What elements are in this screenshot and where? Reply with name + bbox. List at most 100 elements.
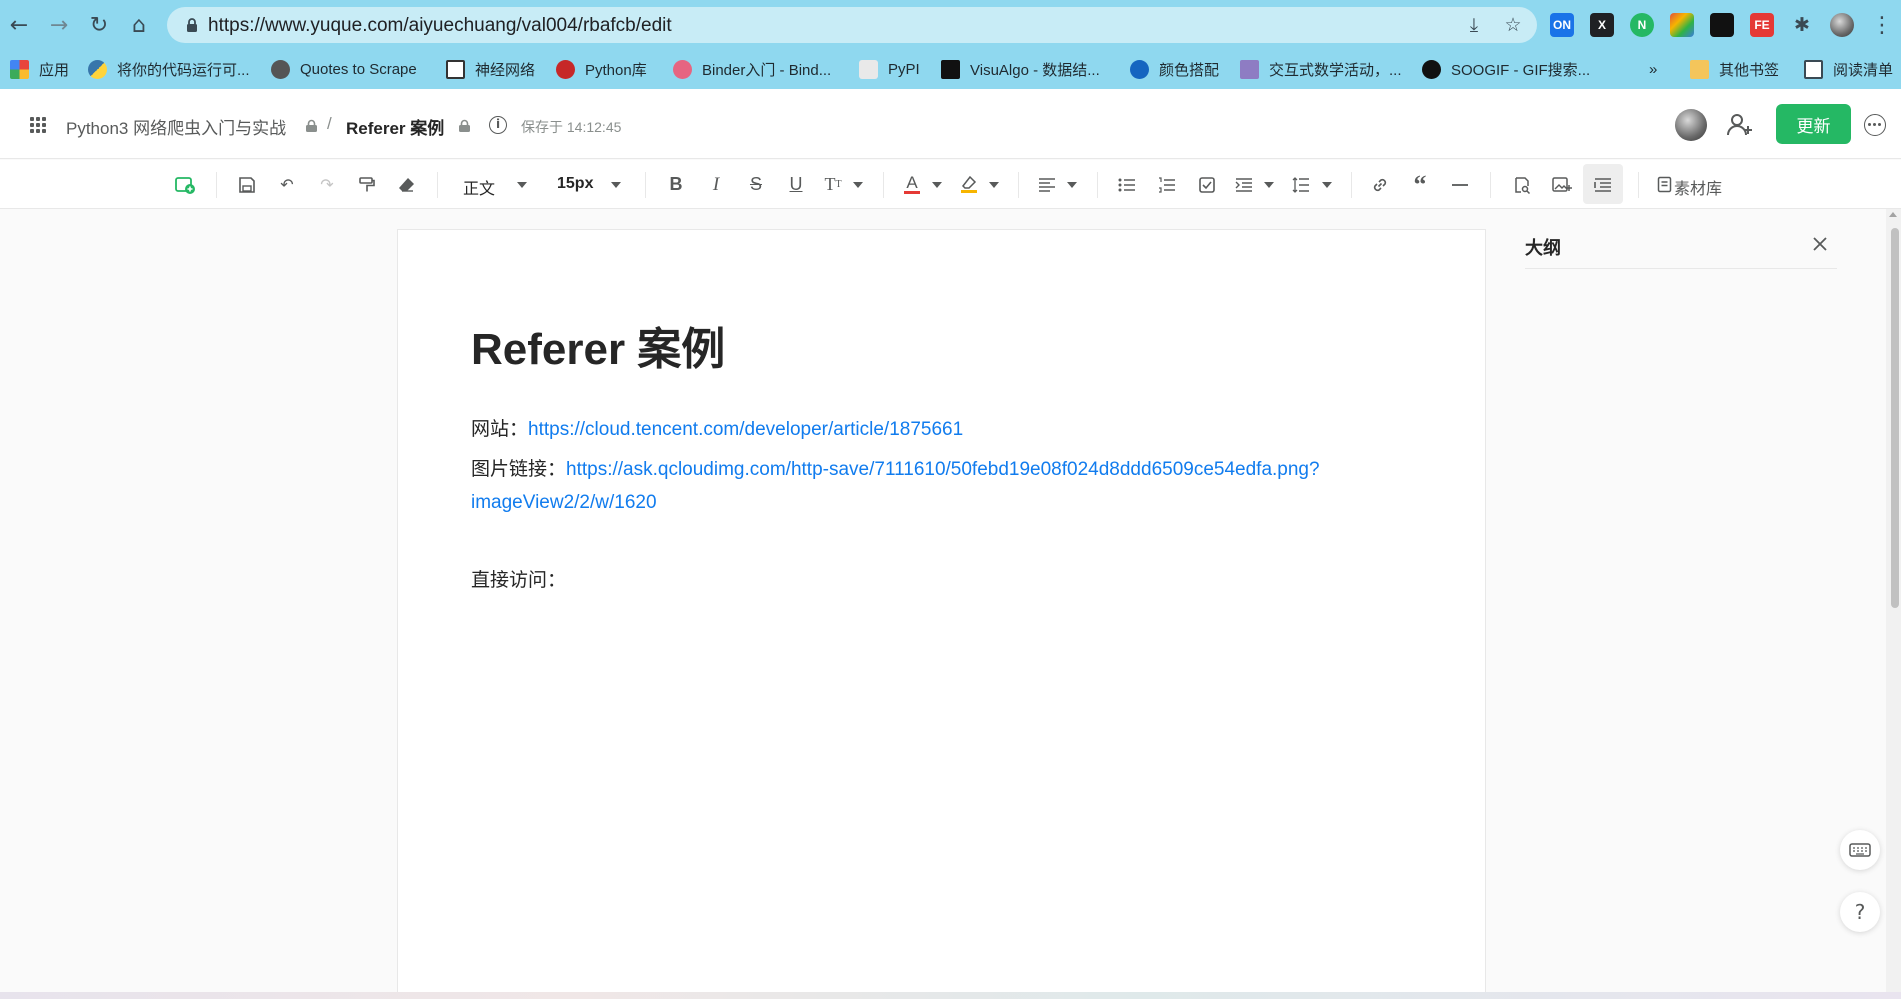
chevron-down-icon[interactable] [1264, 182, 1274, 188]
glasses-extension-icon[interactable] [1710, 13, 1734, 37]
bookmark-apps[interactable]: 应用 [10, 57, 69, 81]
doc-lock-icon [459, 119, 470, 132]
bookmark-item[interactable]: SOOGIF - GIF搜索... [1422, 57, 1590, 81]
user-avatar[interactable] [1675, 109, 1707, 141]
divider-icon[interactable] [1447, 170, 1473, 199]
link-icon[interactable] [1367, 170, 1393, 199]
update-button[interactable]: 更新 [1776, 104, 1851, 144]
bookmark-item[interactable]: 将你的代码运行可... [88, 57, 250, 81]
font-color-icon[interactable]: A [899, 170, 925, 199]
insert-card-icon[interactable] [172, 170, 198, 199]
python-icon [88, 59, 107, 79]
paragraph-direct-access[interactable]: 直接访问： [471, 565, 566, 592]
fe-extension-icon[interactable]: FE [1750, 13, 1774, 37]
chevron-down-icon[interactable] [517, 182, 527, 188]
address-bar[interactable]: https://www.yuque.com/aiyuechuang/val004… [167, 7, 1537, 43]
taskbar-edge [0, 992, 1901, 999]
browser-toolbar: ← → ↻ ⌂ https://www.yuque.com/aiyuechuan… [0, 0, 1901, 50]
clear-format-icon[interactable] [394, 170, 420, 199]
font-size-select[interactable]: 15px [557, 175, 593, 193]
more-options-icon[interactable] [1864, 114, 1886, 136]
underline-icon[interactable]: U [783, 170, 809, 199]
insert-image-icon[interactable] [1549, 170, 1575, 199]
chevron-down-icon[interactable] [1322, 182, 1332, 188]
bullet-list-icon[interactable] [1114, 170, 1140, 199]
on-extension-icon[interactable]: ON [1550, 13, 1574, 37]
format-painter-icon[interactable] [354, 170, 380, 199]
app-grid-icon[interactable] [30, 117, 46, 133]
outline-toggle-icon[interactable] [1590, 170, 1616, 199]
bookmark-item[interactable]: Python库 [556, 57, 647, 81]
package-icon [859, 59, 878, 79]
text-size-icon[interactable]: TT [820, 170, 846, 199]
scroll-up-arrow-icon[interactable] [1889, 212, 1897, 217]
highlight-color-icon[interactable] [956, 170, 982, 199]
document-title[interactable]: Referer 案例 [471, 313, 725, 377]
bookmark-item[interactable]: 神经网络 [446, 57, 535, 81]
help-button[interactable]: ? [1840, 892, 1880, 932]
site-link[interactable]: https://cloud.tencent.com/developer/arti… [528, 419, 963, 440]
color-extension-icon[interactable] [1670, 13, 1694, 37]
chevron-down-icon[interactable] [1067, 182, 1077, 188]
search-replace-icon[interactable] [1509, 170, 1535, 199]
material-library-button[interactable]: 素材库 [1674, 175, 1722, 199]
reading-list-button[interactable]: 阅读清单 [1804, 57, 1893, 81]
n-extension-icon[interactable]: N [1630, 13, 1654, 37]
profile-avatar[interactable] [1830, 13, 1854, 37]
strikethrough-icon[interactable]: S [743, 170, 769, 199]
browser-menu-icon[interactable]: ⋮ [1868, 11, 1896, 39]
bookmarks-overflow-button[interactable]: » [1649, 57, 1657, 81]
url-text[interactable]: https://www.yuque.com/aiyuechuang/val004… [208, 15, 672, 37]
paragraph-site[interactable]: 网站：https://cloud.tencent.com/developer/a… [471, 414, 963, 441]
x-red-icon [556, 59, 575, 79]
keyboard-shortcuts-button[interactable] [1840, 830, 1880, 870]
math-icon [1240, 59, 1259, 79]
bookmark-item[interactable]: 颜色搭配 [1130, 57, 1219, 81]
numbered-list-icon[interactable] [1154, 170, 1180, 199]
breadcrumb-separator: / [327, 114, 332, 133]
paragraph-image-link[interactable]: 图片链接：https://ask.qcloudimg.com/http-save… [471, 454, 1320, 481]
chevron-down-icon[interactable] [853, 182, 863, 188]
scrollbar-thumb[interactable] [1891, 228, 1899, 608]
apps-grid-icon [10, 59, 29, 79]
bold-icon[interactable]: B [663, 170, 689, 199]
material-library-icon[interactable] [1654, 170, 1674, 199]
bookmark-item[interactable]: VisuAlgo - 数据结... [941, 57, 1100, 81]
home-icon[interactable]: ⌂ [125, 11, 153, 39]
line-height-icon[interactable] [1288, 170, 1314, 199]
forward-arrow-icon[interactable]: → [45, 11, 73, 39]
image-link-continued[interactable]: imageView2/2/w/1620 [471, 492, 657, 513]
bookmark-item[interactable]: Quotes to Scrape [271, 57, 417, 81]
italic-icon[interactable]: I [703, 170, 729, 199]
quote-icon[interactable]: “ [1407, 170, 1433, 199]
folder-icon [1690, 59, 1709, 79]
redo-icon[interactable]: ↷ [314, 170, 340, 199]
install-app-icon[interactable]: ⤓ [1463, 14, 1485, 36]
extensions-puzzle-icon[interactable]: ✱ [1788, 11, 1816, 39]
save-icon[interactable] [234, 170, 260, 199]
chevron-down-icon[interactable] [611, 182, 621, 188]
x-extension-icon[interactable]: X [1590, 13, 1614, 37]
browser-chrome: ← → ↻ ⌂ https://www.yuque.com/aiyuechuan… [0, 0, 1901, 89]
reload-icon[interactable]: ↻ [85, 11, 113, 39]
chevron-down-icon[interactable] [989, 182, 999, 188]
indent-icon[interactable] [1231, 170, 1257, 199]
info-icon[interactable]: i [489, 116, 507, 134]
undo-icon[interactable]: ↶ [274, 170, 300, 199]
add-collaborator-icon[interactable] [1724, 109, 1756, 141]
bookmark-item[interactable]: Binder入门 - Bind... [673, 57, 831, 81]
paragraph-style-select[interactable]: 正文 [463, 175, 495, 199]
task-list-icon[interactable] [1194, 170, 1220, 199]
close-icon[interactable] [1810, 234, 1830, 254]
site-label: 网站： [471, 419, 529, 440]
back-arrow-icon[interactable]: ← [5, 11, 33, 39]
bookmark-item[interactable]: 交互式数学活动，... [1240, 57, 1402, 81]
align-icon[interactable] [1034, 170, 1060, 199]
chevron-down-icon[interactable] [932, 182, 942, 188]
paragraph-image-link-wrap[interactable]: imageView2/2/w/1620 [471, 492, 657, 514]
bookmark-star-icon[interactable]: ☆ [1502, 14, 1524, 36]
bookmark-item[interactable]: PyPI [859, 57, 920, 81]
breadcrumb-book[interactable]: Python3 网络爬虫入门与实战 [66, 114, 286, 139]
other-bookmarks-folder[interactable]: 其他书签 [1690, 57, 1779, 81]
image-link[interactable]: https://ask.qcloudimg.com/http-save/7111… [566, 459, 1320, 480]
